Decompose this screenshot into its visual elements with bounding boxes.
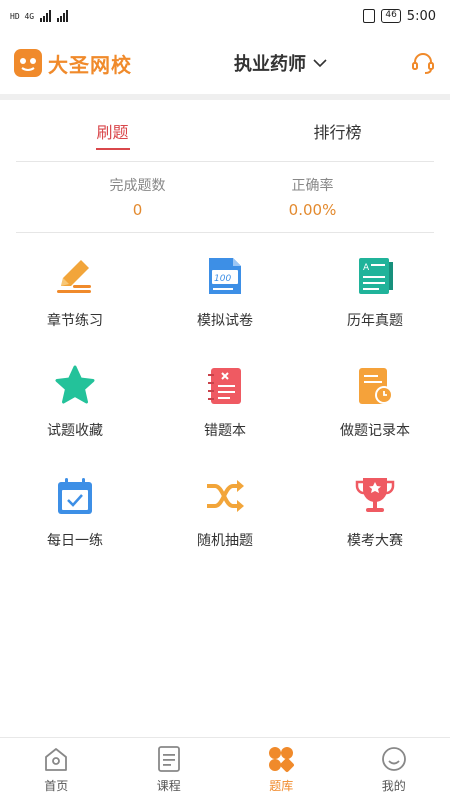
stat-completed-value: 0: [132, 201, 143, 219]
divider: [16, 232, 434, 233]
vibrate-icon: [363, 9, 376, 23]
paper-100-icon: 100: [201, 252, 249, 300]
subject-title: 执业药师: [234, 54, 306, 75]
status-right: 46 5:00: [363, 9, 436, 24]
nav-question-bank-label: 题库: [269, 779, 294, 793]
feature-grid: 章节练习 100 模拟试卷 A 历年真题 试题收藏 错题本 做题记录本 每日一练…: [0, 252, 450, 552]
brand-name: 大圣网校: [48, 52, 132, 77]
tab-practice-label: 刷题: [96, 123, 129, 142]
feature-label: 随机抽题: [197, 533, 253, 549]
record-clock-icon: [351, 362, 399, 410]
stat-accuracy: 正确率 0.00%: [225, 162, 400, 232]
star-icon: [51, 362, 99, 410]
feature-random-questions[interactable]: 随机抽题: [150, 472, 300, 552]
feature-daily-practice[interactable]: 每日一练: [0, 472, 150, 552]
customer-service-icon[interactable]: [410, 50, 436, 76]
home-icon: [45, 748, 68, 771]
feature-label: 试题收藏: [47, 423, 103, 439]
shuffle-icon: [201, 472, 249, 520]
feature-favorites[interactable]: 试题收藏: [0, 362, 150, 442]
stat-completed: 完成题数 0: [50, 162, 225, 232]
pencil-icon: [51, 252, 99, 300]
monkey-logo-icon: [14, 49, 42, 77]
feature-label: 模考大赛: [347, 533, 403, 549]
nav-profile[interactable]: 我的: [338, 738, 450, 800]
nav-home-label: 首页: [44, 779, 69, 793]
feature-label: 章节练习: [47, 313, 103, 329]
signal-group: HD 4G: [10, 10, 69, 22]
nav-home[interactable]: 首页: [0, 738, 113, 800]
trophy-icon: [351, 472, 399, 520]
nav-profile-label: 我的: [381, 779, 406, 793]
clock: 5:00: [406, 8, 436, 24]
profile-icon: [381, 747, 406, 771]
course-icon: [157, 746, 180, 772]
signal-icon-2: [57, 10, 69, 22]
feature-past-exams[interactable]: A 历年真题: [300, 252, 450, 332]
app-header: 大圣网校 执业药师: [0, 32, 450, 94]
status-bar: HD 4G 46 5:00: [0, 0, 450, 32]
feature-wrong-book[interactable]: 错题本: [150, 362, 300, 442]
feature-mock-paper[interactable]: 100 模拟试卷: [150, 252, 300, 332]
wrong-notebook-icon: [201, 362, 249, 410]
svg-text:A: A: [363, 263, 370, 273]
tab-practice[interactable]: 刷题: [0, 100, 225, 162]
stats-row: 完成题数 0 正确率 0.00%: [0, 162, 450, 232]
network-label: HD 4G: [10, 11, 35, 21]
feature-label: 做题记录本: [340, 423, 410, 439]
feature-label: 模拟试卷: [197, 313, 253, 329]
chevron-down-icon: [313, 59, 327, 68]
feature-mock-contest[interactable]: 模考大赛: [300, 472, 450, 552]
nav-courses[interactable]: 课程: [113, 738, 226, 800]
stat-completed-label: 完成题数: [109, 178, 166, 194]
feature-label: 每日一练: [47, 533, 103, 549]
signal-icon: [40, 10, 52, 22]
exam-book-icon: A: [351, 252, 399, 300]
tab-ranking[interactable]: 排行榜: [225, 100, 450, 162]
feature-label: 错题本: [204, 423, 246, 439]
tab-bar: 刷题 排行榜: [0, 100, 450, 162]
nav-courses-label: 课程: [156, 779, 181, 793]
feature-label: 历年真题: [347, 313, 403, 329]
battery-icon: 46: [381, 9, 401, 23]
feature-chapter-practice[interactable]: 章节练习: [0, 252, 150, 332]
bottom-nav: 首页 课程 题库 我的: [0, 737, 450, 800]
subject-selector[interactable]: 执业药师: [234, 50, 328, 76]
nav-question-bank[interactable]: 题库: [225, 738, 338, 800]
stat-accuracy-value: 0.00%: [288, 201, 337, 219]
feature-record-book[interactable]: 做题记录本: [300, 362, 450, 442]
brand-logo: 大圣网校: [14, 49, 132, 78]
calendar-check-icon: [51, 472, 99, 520]
stat-accuracy-label: 正确率: [291, 178, 334, 194]
tab-ranking-label: 排行榜: [313, 123, 362, 142]
question-bank-icon: [269, 747, 295, 772]
svg-text:100: 100: [214, 274, 231, 284]
